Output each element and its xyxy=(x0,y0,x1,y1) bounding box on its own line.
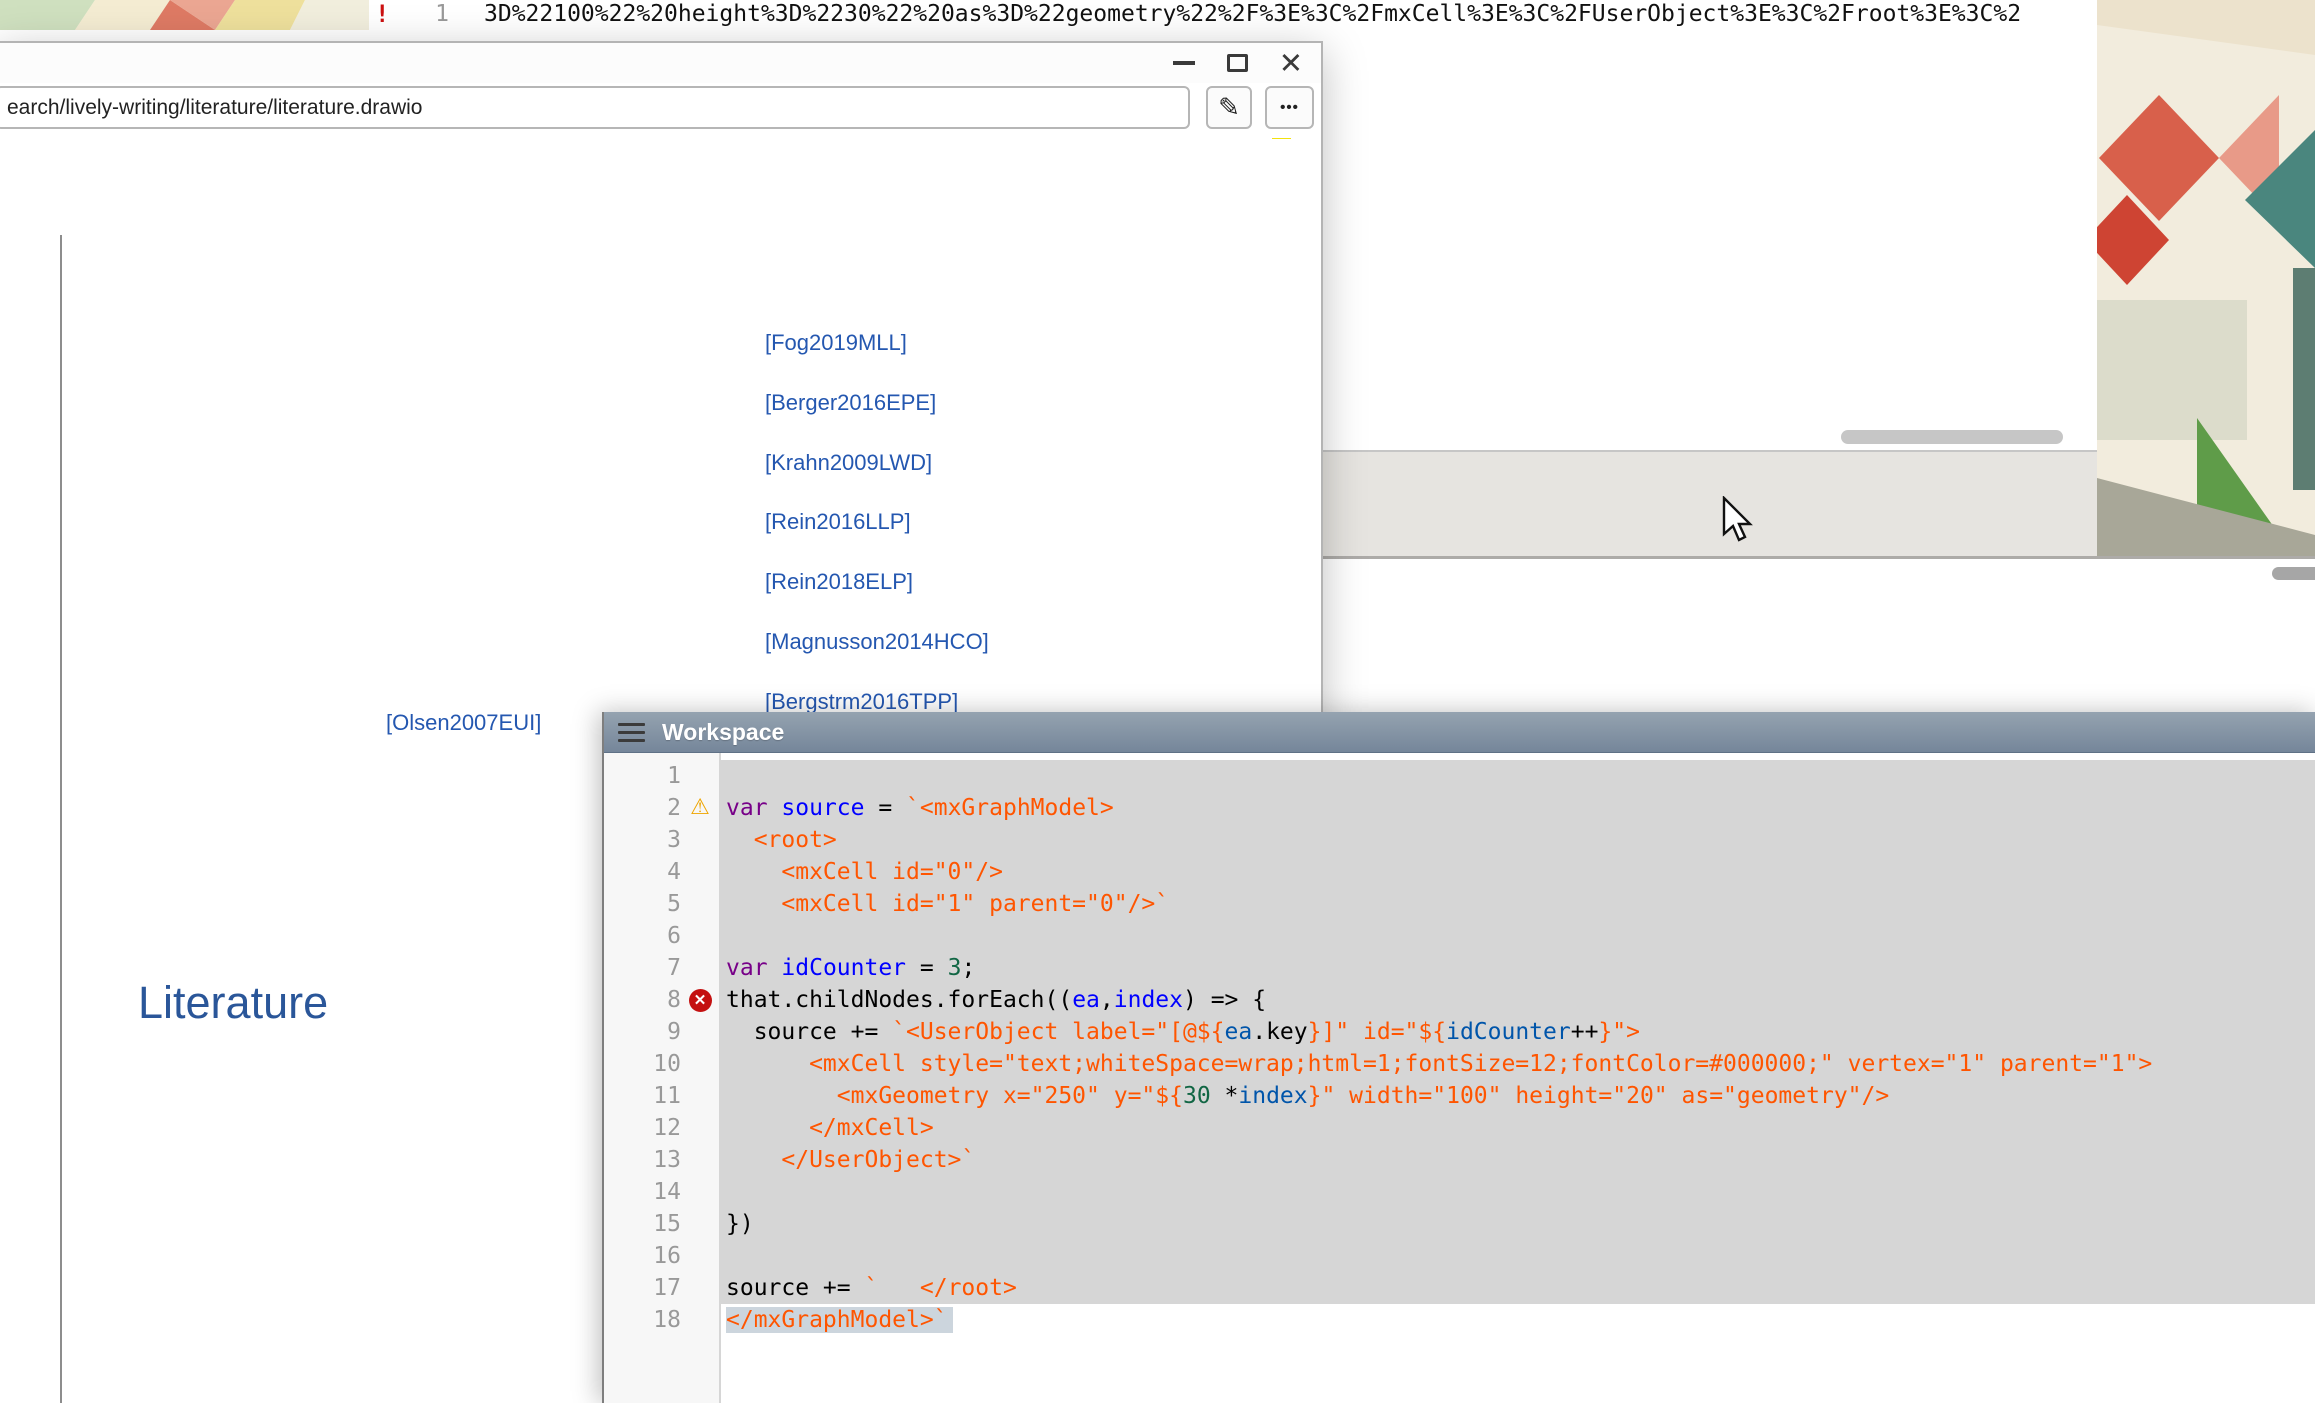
gutter-row: 3 xyxy=(604,824,719,856)
code-line[interactable]: </mxGraphModel>` xyxy=(721,1304,2315,1336)
desktop-background-art-right xyxy=(2097,0,2315,558)
line-number: 14 xyxy=(604,1176,681,1208)
page-border xyxy=(60,235,62,1403)
gutter-row: 12 xyxy=(604,1112,719,1144)
window-edge-handle[interactable] xyxy=(2272,567,2315,580)
literature-heading: Literature xyxy=(138,977,328,1029)
code-line[interactable]: var source = `<mxGraphModel> xyxy=(721,792,2315,824)
gutter-row: 7 xyxy=(604,952,719,984)
gutter-row: 13 xyxy=(604,1144,719,1176)
gutter-row: 15 xyxy=(604,1208,719,1240)
more-button[interactable]: ••• xyxy=(1265,86,1314,129)
error-marker: ! xyxy=(375,0,389,28)
workspace-code-pane[interactable]: var source = `<mxGraphModel> <root> <mxC… xyxy=(721,753,2315,1403)
workspace-editor[interactable]: 12⚠345678✕9101112131415161718 var source… xyxy=(604,753,2315,1403)
gutter-row: 6 xyxy=(604,920,719,952)
code-line[interactable]: that.childNodes.forEach((ea,index) => { xyxy=(721,984,2315,1016)
window-titlebar[interactable]: ✕ xyxy=(0,43,1321,83)
code-line[interactable]: 3D%22100%22%20height%3D%2230%22%20as%3D%… xyxy=(484,1,2021,27)
code-line[interactable]: <mxGeometry x="250" y="${30 *index}" wid… xyxy=(721,1080,2315,1112)
code-line[interactable] xyxy=(721,760,2315,792)
ellipsis-icon: ••• xyxy=(1280,99,1299,116)
line-number: 2 xyxy=(604,792,681,824)
code-line[interactable]: source += `<UserObject label="[@${ea.key… xyxy=(721,1016,2315,1048)
edit-button[interactable]: ✎ xyxy=(1206,86,1252,129)
code-line[interactable] xyxy=(721,920,2315,952)
workspace-gutter: 12⚠345678✕9101112131415161718 xyxy=(604,753,721,1403)
line-number: 1 xyxy=(397,1,449,27)
code-line[interactable]: </UserObject>` xyxy=(721,1144,2315,1176)
line-number: 3 xyxy=(604,824,681,856)
code-line[interactable]: <root> xyxy=(721,824,2315,856)
window-edge xyxy=(1322,556,2315,559)
gutter-row: 4 xyxy=(604,856,719,888)
code-line[interactable]: <mxCell style="text;whiteSpace=wrap;html… xyxy=(721,1048,2315,1080)
gutter-row: 11 xyxy=(604,1080,719,1112)
code-line[interactable] xyxy=(721,1176,2315,1208)
screen: ! 1 3D%22100%22%20height%3D%2230%22%20as… xyxy=(0,0,2315,1403)
line-number: 15 xyxy=(604,1208,681,1240)
gutter-row: 10 xyxy=(604,1048,719,1080)
gutter-row: 2⚠ xyxy=(604,792,719,824)
citation-link[interactable]: [Olsen2007EUI] xyxy=(386,710,541,736)
citation-link[interactable]: [Rein2016LLP] xyxy=(765,509,911,535)
line-number: 11 xyxy=(604,1080,681,1112)
desktop-background-art-left xyxy=(0,0,369,30)
gutter-row: 18 xyxy=(604,1304,719,1336)
menu-icon[interactable] xyxy=(618,723,645,742)
citation-link[interactable]: [Rein2018ELP] xyxy=(765,569,913,595)
window-titlebar[interactable]: Workspace xyxy=(604,712,2315,753)
maximize-button[interactable] xyxy=(1225,49,1251,77)
citation-link[interactable]: [Berger2016EPE] xyxy=(765,390,936,416)
workspace-window: Workspace 12⚠345678✕9101112131415161718 … xyxy=(602,712,2315,1403)
horizontal-scrollbar-thumb[interactable] xyxy=(1841,430,2063,444)
line-number: 4 xyxy=(604,856,681,888)
gutter-row: 5 xyxy=(604,888,719,920)
gutter-row: 16 xyxy=(604,1240,719,1272)
citation-link[interactable]: [Magnusson2014HCO] xyxy=(765,629,989,655)
line-number: 9 xyxy=(604,1016,681,1048)
citation-link[interactable]: [Bergstrm2016TPP] xyxy=(765,689,958,715)
line-number: 12 xyxy=(604,1112,681,1144)
line-number: 17 xyxy=(604,1272,681,1304)
close-icon[interactable]: ✕ xyxy=(1279,49,1303,77)
gutter-row: 9 xyxy=(604,1016,719,1048)
file-path-input[interactable] xyxy=(0,86,1190,129)
gutter-row: 1 xyxy=(604,760,719,792)
warning-icon[interactable]: ⚠ xyxy=(690,797,710,819)
mouse-cursor xyxy=(1722,496,1756,542)
code-line[interactable]: source += ` </root> xyxy=(721,1272,2315,1304)
pencil-icon: ✎ xyxy=(1218,92,1240,123)
line-number: 6 xyxy=(604,920,681,952)
desktop-area xyxy=(1322,452,2097,558)
code-line[interactable]: <mxCell id="0"/> xyxy=(721,856,2315,888)
line-number: 18 xyxy=(604,1304,681,1336)
minimize-button[interactable] xyxy=(1171,49,1197,77)
code-line[interactable]: </mxCell> xyxy=(721,1112,2315,1144)
citation-link[interactable]: [Fog2019MLL] xyxy=(765,330,907,356)
gutter-row: 17 xyxy=(604,1272,719,1304)
line-number: 1 xyxy=(604,760,681,792)
code-line[interactable]: <mxCell id="1" parent="0"/>` xyxy=(721,888,2315,920)
line-number: 7 xyxy=(604,952,681,984)
citation-link[interactable]: [Krahn2009LWD] xyxy=(765,450,932,476)
line-number: 8 xyxy=(604,984,681,1016)
line-number: 10 xyxy=(604,1048,681,1080)
line-number: 16 xyxy=(604,1240,681,1272)
line-number: 5 xyxy=(604,888,681,920)
gutter-row: 14 xyxy=(604,1176,719,1208)
code-line[interactable]: }) xyxy=(721,1208,2315,1240)
code-line[interactable] xyxy=(721,1240,2315,1272)
gutter-row: 8✕ xyxy=(604,984,719,1016)
code-line[interactable]: var idCounter = 3; xyxy=(721,952,2315,984)
window-title: Workspace xyxy=(662,719,784,746)
line-number: 13 xyxy=(604,1144,681,1176)
error-icon[interactable]: ✕ xyxy=(689,989,712,1012)
